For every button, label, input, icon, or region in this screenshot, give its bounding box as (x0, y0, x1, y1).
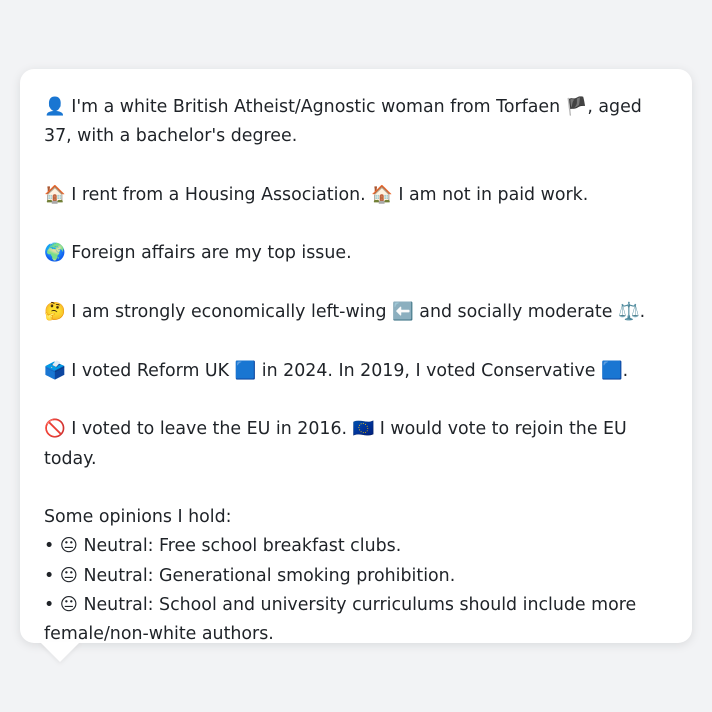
opinion-item: • 😐 Neutral: Free school breakfast clubs… (44, 532, 662, 561)
top-issue-text: Foreign affairs are my top issue. (71, 243, 352, 264)
social-ideology-text: and socially moderate (419, 302, 613, 323)
opinion-stance: Neutral: (83, 536, 154, 557)
bullet-icon: • (44, 536, 55, 557)
vote-2024-text: I voted Reform UK (71, 360, 230, 381)
opinion-stance: Neutral: (83, 565, 154, 586)
party-color-icon: 🟦 (234, 360, 257, 381)
housing-paragraph: 🏠 I rent from a Housing Association. 🏠 I… (44, 181, 662, 210)
balance-scale-icon: ⚖️ (617, 302, 640, 323)
globe-icon: 🌍 (44, 243, 66, 264)
votes-period: . (622, 360, 629, 381)
bullet-icon: • (44, 595, 55, 616)
opinion-text: Generational smoking prohibition. (159, 565, 456, 586)
thinking-face-icon: 🤔 (44, 302, 66, 323)
eu-flag-icon: 🇪🇺 (352, 419, 375, 440)
vote-2019-text: in 2024. In 2019, I voted Conservative (261, 360, 596, 381)
ballot-box-icon: 🗳️ (44, 360, 66, 381)
person-icon: 👤 (44, 97, 66, 117)
economic-ideology-text: I am strongly economically left-wing (71, 302, 387, 323)
neutral-face-icon: 😐 (59, 536, 78, 557)
top-issue-paragraph: 🌍 Foreign affairs are my top issue. (44, 239, 662, 268)
wales-flag-icon: 🏴 (565, 97, 588, 117)
persona-message-card: 👤 I'm a white British Atheist/Agnostic w… (20, 69, 692, 644)
speech-bubble-tail (40, 642, 80, 662)
ideology-period: . (639, 302, 646, 323)
persona-text: 👤 I'm a white British Atheist/Agnostic w… (44, 93, 662, 650)
brexit-paragraph: 🚫 I voted to leave the EU in 2016. 🇪🇺 I … (44, 415, 662, 474)
neutral-face-icon: 😐 (59, 565, 78, 586)
opinion-item: • 😐 Neutral: Generational smoking prohib… (44, 562, 662, 591)
left-arrow-icon: ⬅️ (392, 302, 414, 323)
votes-paragraph: 🗳️ I voted Reform UK 🟦 in 2024. In 2019,… (44, 357, 662, 386)
opinions-title: Some opinions I hold: (44, 507, 232, 528)
opinions-list: • 😐 Neutral: Free school breakfast clubs… (44, 532, 662, 649)
housing-text: I rent from a Housing Association. (71, 184, 366, 205)
bullet-icon: • (44, 565, 55, 586)
identity-paragraph: 👤 I'm a white British Atheist/Agnostic w… (44, 93, 662, 152)
opinion-text: Free school breakfast clubs. (159, 536, 402, 557)
brexit-2016-text: I voted to leave the EU in 2016. (71, 419, 348, 440)
house-icon: 🏠 (371, 184, 393, 205)
opinion-stance: Neutral: (83, 595, 154, 616)
opinion-item: • 😐 Neutral: School and university curri… (44, 591, 662, 650)
house-icon: 🏠 (44, 184, 66, 205)
party-color-icon: 🟦 (601, 360, 623, 381)
identity-text: I'm a white British Atheist/Agnostic wom… (71, 97, 561, 117)
employment-text: I am not in paid work. (398, 184, 589, 205)
neutral-face-icon: 😐 (59, 595, 78, 616)
prohibited-icon: 🚫 (44, 419, 66, 440)
ideology-paragraph: 🤔 I am strongly economically left-wing ⬅… (44, 298, 662, 327)
